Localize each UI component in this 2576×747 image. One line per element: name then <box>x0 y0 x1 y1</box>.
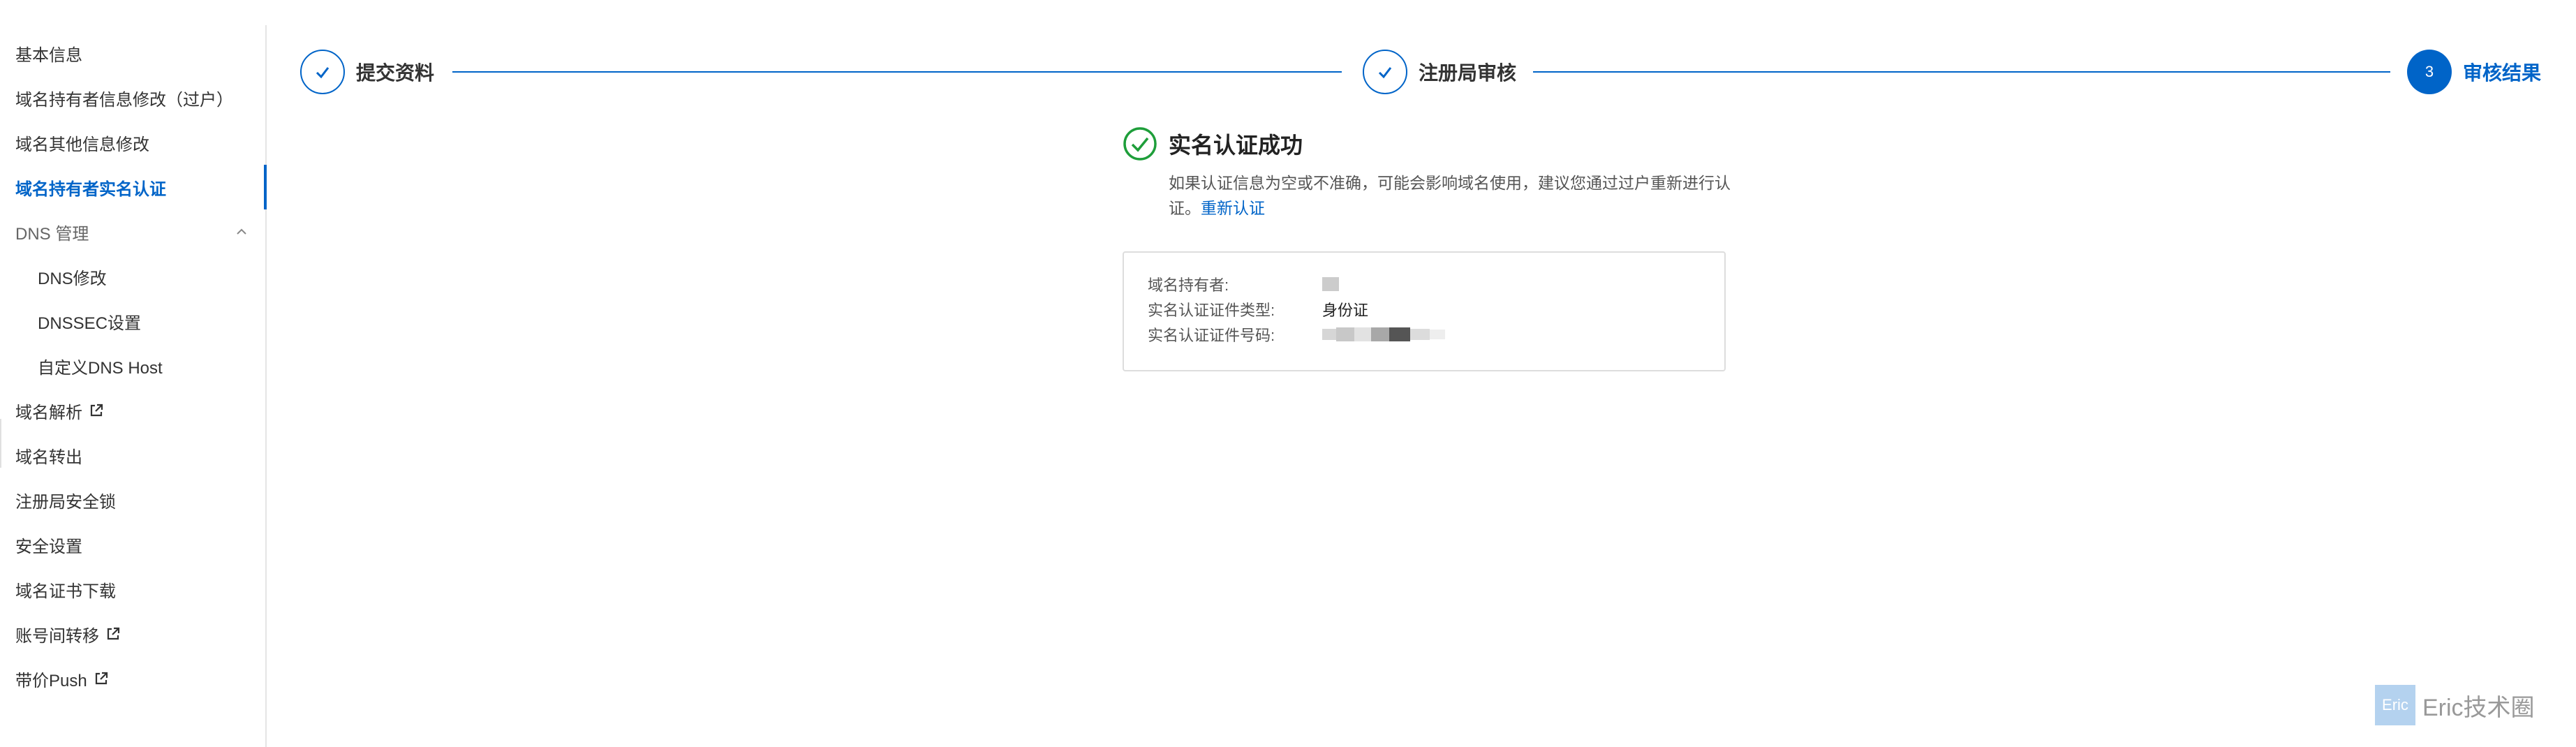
result-description: 如果认证信息为空或不准确，可能会影响域名使用，建议您通过过户重新进行认证。重新认… <box>1169 170 1734 221</box>
sidebar-item-basic-info[interactable]: 基本信息 <box>0 31 265 75</box>
step-done-circle <box>300 50 345 94</box>
result-header: 实名认证成功 <box>1123 124 1737 163</box>
sidebar-item-registry-lock[interactable]: 注册局安全锁 <box>0 478 265 522</box>
watermark-text: Eric技术圈 <box>2422 694 2535 721</box>
step-number: 3 <box>2425 63 2434 80</box>
active-indicator <box>264 165 267 209</box>
redacted-mask <box>1410 329 1430 340</box>
check-icon <box>1378 67 1392 79</box>
check-icon <box>316 67 330 79</box>
watermark-logo: Eric <box>2375 685 2415 725</box>
sidebar-item-security-settings[interactable]: 安全设置 <box>0 522 265 567</box>
sidebar-item-domain-resolve[interactable]: 域名解析 <box>0 388 265 433</box>
sidebar-item-certificate-download[interactable]: 域名证书下载 <box>0 567 265 612</box>
step-label: 注册局审核 <box>1419 62 1517 84</box>
info-label: 域名持有者: <box>1148 276 1229 294</box>
drag-handle[interactable] <box>0 419 1 468</box>
redacted-mask <box>1371 327 1389 341</box>
check-circle-icon <box>1123 127 1157 161</box>
info-row-owner: 域名持有者: <box>1148 272 1339 296</box>
chevron-up-icon[interactable] <box>235 225 249 239</box>
sidebar-item-label: 域名持有者信息修改（过户） <box>15 90 233 110</box>
step-label: 审核结果 <box>2463 62 2542 84</box>
sidebar-item-owner-transfer[interactable]: 域名持有者信息修改（过户） <box>0 75 265 120</box>
info-row-id-number: 实名认证证件号码: <box>1148 323 1445 346</box>
sidebar-item-label: 带价Push <box>15 671 87 690</box>
sidebar-item-label: DNS修改 <box>38 269 107 288</box>
info-value: 身份证 <box>1322 302 1369 319</box>
sidebar-item-label: 域名证书下载 <box>15 582 116 601</box>
step-label: 提交资料 <box>356 62 435 84</box>
result-panel: 实名认证成功 如果认证信息为空或不准确，可能会影响域名使用，建议您通过过户重新进… <box>1123 124 1737 221</box>
sidebar-item-label: 域名转出 <box>15 448 82 467</box>
sidebar-item-custom-dns-host[interactable]: 自定义DNS Host <box>0 343 265 388</box>
page: 基本信息 域名持有者信息修改（过户） 域名其他信息修改 域名持有者实名认证 DN… <box>0 0 2576 747</box>
redacted-mask <box>1389 327 1410 341</box>
sidebar-item-label: 域名解析 <box>15 403 82 422</box>
sidebar-item-dnssec[interactable]: DNSSEC设置 <box>0 299 265 343</box>
watermark: Eric Eric技术圈 <box>2375 683 2559 727</box>
step-current-circle: 3 <box>2407 50 2452 94</box>
sidebar: 基本信息 域名持有者信息修改（过户） 域名其他信息修改 域名持有者实名认证 DN… <box>0 25 267 747</box>
external-link-icon <box>95 672 108 685</box>
redacted-mask <box>1354 327 1371 341</box>
sidebar-item-label: DNS 管理 <box>15 224 89 244</box>
sidebar-group-dns[interactable]: DNS 管理 <box>0 209 265 254</box>
step-done-circle <box>1363 50 1407 94</box>
auth-info-card: 域名持有者: 实名认证证件类型: 身份证 实名认证证件号码: <box>1123 251 1726 371</box>
sidebar-item-label: 账号间转移 <box>15 626 99 646</box>
progress-steps: 提交资料 注册局审核 3 审核结果 <box>300 47 2548 96</box>
step-connector <box>1533 71 2390 73</box>
sidebar-item-label: 域名其他信息修改 <box>15 135 149 154</box>
external-link-icon <box>90 404 103 417</box>
sidebar-item-label: 域名持有者实名认证 <box>15 179 166 199</box>
sidebar-item-real-name-auth[interactable]: 域名持有者实名认证 <box>0 165 267 209</box>
step-submit: 提交资料 <box>300 47 434 96</box>
sidebar-item-dns-modify[interactable]: DNS修改 <box>0 254 265 299</box>
step-connector <box>452 71 1342 73</box>
sidebar-item-label: DNSSEC设置 <box>38 313 142 333</box>
external-link-icon <box>107 627 120 640</box>
redacted-mask <box>1336 327 1354 341</box>
result-title: 实名认证成功 <box>1169 133 1303 158</box>
step-registry-review: 注册局审核 <box>1363 47 1516 96</box>
info-label: 实名认证证件类型: <box>1148 302 1275 319</box>
info-label: 实名认证证件号码: <box>1148 327 1275 344</box>
step-review-result: 3 审核结果 <box>2407 47 2541 96</box>
sidebar-item-domain-transfer-out[interactable]: 域名转出 <box>0 433 265 478</box>
sidebar-item-push-with-price[interactable]: 带价Push <box>0 656 265 701</box>
sidebar-item-label: 注册局安全锁 <box>15 492 116 512</box>
sidebar-item-label: 基本信息 <box>15 45 82 65</box>
redacted-mask <box>1322 277 1339 291</box>
reauthenticate-link[interactable]: 重新认证 <box>1201 199 1265 217</box>
redacted-mask <box>1322 329 1336 340</box>
info-row-id-type: 实名认证证件类型: 身份证 <box>1148 297 1368 321</box>
sidebar-item-other-info[interactable]: 域名其他信息修改 <box>0 120 265 165</box>
redacted-mask <box>1430 330 1445 339</box>
sidebar-item-label: 自定义DNS Host <box>38 358 163 378</box>
sidebar-item-label: 安全设置 <box>15 537 82 556</box>
sidebar-item-account-transfer[interactable]: 账号间转移 <box>0 612 265 656</box>
